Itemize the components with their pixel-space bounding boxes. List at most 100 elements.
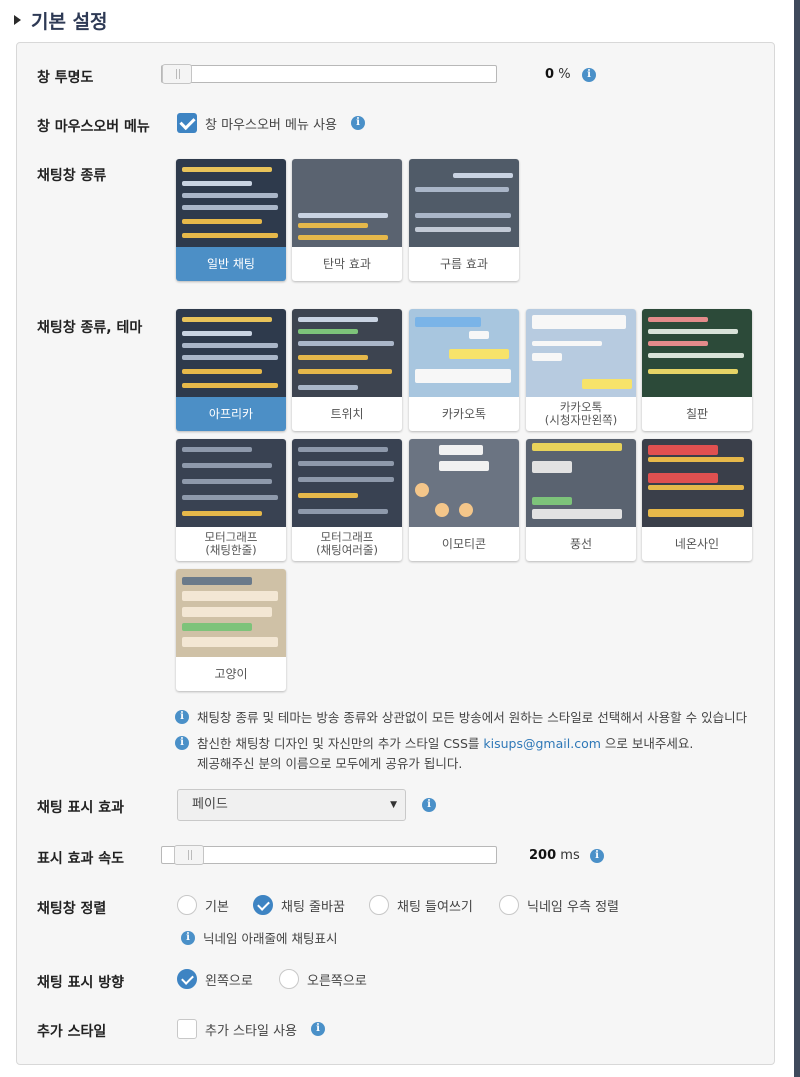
radio-icon[interactable] <box>177 895 197 915</box>
direction-label: 채팅 표시 방향 <box>37 975 125 991</box>
align-option[interactable]: 기본 <box>177 895 229 915</box>
align-option-label: 닉네임 우측 정렬 <box>527 899 619 915</box>
thumbnail <box>176 569 286 657</box>
align-option-label: 채팅 줄바꿈 <box>281 899 345 915</box>
speed-slider-thumb[interactable] <box>174 845 204 865</box>
email-link[interactable]: kisups@gmail.com <box>483 736 600 751</box>
thumbnail <box>642 309 752 397</box>
mouseover-checkbox-label: 창 마우스오버 메뉴 사용 <box>205 117 337 133</box>
info-icon[interactable]: i <box>582 68 596 82</box>
effect-value: 페이드 <box>192 797 228 812</box>
theme-option[interactable]: 칠판 <box>642 309 752 431</box>
theme-note: i 참신한 채팅창 디자인 및 자신만의 추가 스타일 CSS를 kisups@… <box>175 733 693 752</box>
thumbnail <box>526 309 636 397</box>
info-icon[interactable]: i <box>351 116 365 130</box>
theme-caption: 칠판 <box>685 407 709 421</box>
effect-label: 채팅 표시 효과 <box>37 800 125 816</box>
opacity-label: 창 투명도 <box>37 70 94 86</box>
theme-option[interactable]: 모터그래프 (채팅한줄) <box>176 439 286 561</box>
info-icon[interactable]: i <box>422 798 436 812</box>
thumbnail <box>292 439 402 527</box>
check-icon[interactable] <box>177 113 197 133</box>
align-option[interactable]: 닉네임 우측 정렬 <box>499 895 619 915</box>
chat-type-option[interactable]: 구름 효과 <box>409 159 519 281</box>
theme-option[interactable]: 카카오톡 <box>409 309 519 431</box>
thumbnail <box>642 439 752 527</box>
settings-panel: 창 투명도 0 % i 창 마우스오버 메뉴 창 마우스오버 메뉴 사용 i 채… <box>16 42 775 1065</box>
chat-type-option[interactable]: 탄막 효과 <box>292 159 402 281</box>
theme-option[interactable]: 풍선 <box>526 439 636 561</box>
chevron-down-icon: ▼ <box>390 800 397 810</box>
theme-note-text: 제공해주신 분의 이름으로 모두에게 공유가 됩니다. <box>197 756 463 771</box>
theme-note: i 채팅창 종류 및 테마는 방송 종류와 상관없이 모든 방송에서 원하는 스… <box>175 707 747 726</box>
theme-caption: 네온사인 <box>674 537 720 551</box>
direction-option[interactable]: 오른쪽으로 <box>279 969 367 989</box>
theme-caption: 고양이 <box>214 667 248 681</box>
section-header[interactable]: 기본 설정 <box>14 8 108 33</box>
opacity-value: 0 % <box>545 67 571 82</box>
direction-option-label: 왼쪽으로 <box>205 973 253 989</box>
theme-caption: 카카오톡 (시청자만왼쪽) <box>544 400 618 427</box>
align-option-label: 기본 <box>205 899 229 915</box>
radio-icon[interactable] <box>499 895 519 915</box>
align-option[interactable]: 채팅 들여쓰기 <box>369 895 473 915</box>
info-icon: i <box>181 930 195 945</box>
theme-caption: 아프리카 <box>176 397 286 431</box>
align-note: i 닉네임 아래줄에 채팅표시 <box>181 928 337 947</box>
info-icon[interactable]: i <box>590 849 604 863</box>
thumbnail <box>409 439 519 527</box>
thumbnail <box>176 159 286 247</box>
theme-caption: 모터그래프 (채팅여러줄) <box>316 530 378 557</box>
speed-slider[interactable] <box>161 845 497 865</box>
radio-icon[interactable] <box>369 895 389 915</box>
align-option-label: 채팅 들여쓰기 <box>397 899 473 915</box>
info-icon[interactable]: i <box>311 1022 325 1036</box>
mouseover-label: 창 마우스오버 메뉴 <box>37 119 150 135</box>
radio-icon[interactable] <box>279 969 299 989</box>
theme-option[interactable]: 카카오톡 (시청자만왼쪽) <box>526 309 636 431</box>
chat-type-option[interactable]: 일반 채팅 <box>176 159 286 281</box>
direction-option-label: 오른쪽으로 <box>307 973 367 989</box>
thumbnail <box>292 159 402 247</box>
align-note-text: 닉네임 아래줄에 채팅표시 <box>203 931 338 946</box>
theme-option[interactable]: 이모티콘 <box>409 439 519 561</box>
opacity-slider[interactable] <box>161 64 497 84</box>
checkbox-icon[interactable] <box>177 1019 197 1039</box>
theme-note-text: 참신한 채팅창 디자인 및 자신만의 추가 스타일 CSS를 <box>197 736 480 751</box>
thumbnail <box>409 159 519 247</box>
theme-note-text: 채팅창 종류 및 테마는 방송 종류와 상관없이 모든 방송에서 원하는 스타일… <box>197 710 748 725</box>
chat-type-label: 채팅창 종류 <box>37 168 107 184</box>
extra-checkbox-label: 추가 스타일 사용 <box>205 1023 297 1039</box>
radio-checked-icon[interactable] <box>177 969 197 989</box>
extra-option[interactable]: 추가 스타일 사용 i <box>177 1019 325 1039</box>
mouseover-option[interactable]: 창 마우스오버 메뉴 사용 i <box>177 113 365 133</box>
direction-option[interactable]: 왼쪽으로 <box>177 969 253 989</box>
opacity-slider-thumb[interactable] <box>162 64 192 84</box>
theme-caption: 이모티콘 <box>441 537 487 551</box>
thumbnail <box>292 309 402 397</box>
theme-option[interactable]: 모터그래프 (채팅여러줄) <box>292 439 402 561</box>
thumbnail <box>176 439 286 527</box>
theme-option[interactable]: 트위치 <box>292 309 402 431</box>
extra-label: 추가 스타일 <box>37 1024 107 1040</box>
radio-checked-icon[interactable] <box>253 895 273 915</box>
speed-value: 200 ms <box>529 848 580 863</box>
align-option[interactable]: 채팅 줄바꿈 <box>253 895 345 915</box>
thumbnail <box>526 439 636 527</box>
window-edge <box>794 0 800 1077</box>
chat-type-caption: 일반 채팅 <box>176 247 286 281</box>
thumbnail <box>176 309 286 397</box>
theme-caption: 모터그래프 (채팅한줄) <box>204 530 258 557</box>
theme-option[interactable]: 네온사인 <box>642 439 752 561</box>
theme-caption: 풍선 <box>569 537 593 551</box>
opacity-row: 창 투명도 0 % i <box>17 64 774 89</box>
info-icon: i <box>175 735 189 750</box>
effect-select[interactable]: 페이드 ▼ <box>177 789 406 821</box>
theme-option[interactable]: 고양이 <box>176 569 286 691</box>
speed-label: 표시 효과 속도 <box>37 851 125 867</box>
theme-option[interactable]: 아프리카 <box>176 309 286 431</box>
mouseover-row: 창 마우스오버 메뉴 창 마우스오버 메뉴 사용 i <box>17 113 774 139</box>
align-label: 채팅창 정렬 <box>37 901 107 917</box>
triangle-right-icon <box>14 15 21 25</box>
theme-caption: 트위치 <box>330 407 364 421</box>
